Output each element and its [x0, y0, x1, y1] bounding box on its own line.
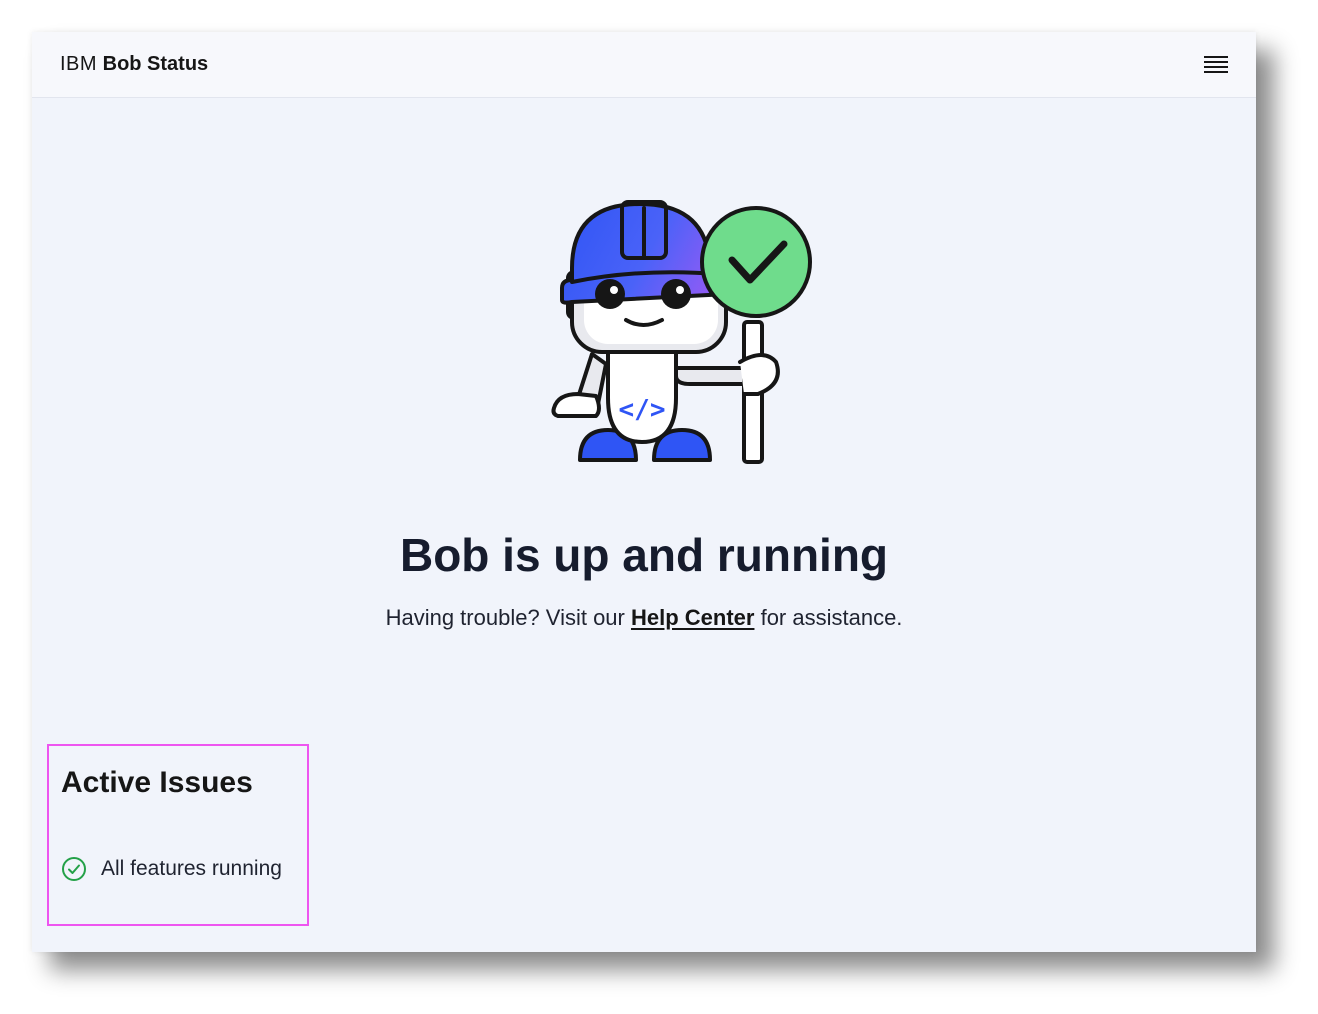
- help-suffix: for assistance.: [754, 605, 903, 630]
- top-header: IBM Bob Status: [32, 32, 1256, 98]
- brand-product: Bob Status: [102, 53, 209, 75]
- help-prefix: Having trouble? Visit our: [385, 605, 631, 630]
- code-glyph: </>: [619, 395, 666, 425]
- brand-logo[interactable]: IBM Bob Status: [60, 52, 208, 76]
- list-item: All features running: [61, 856, 282, 882]
- check-circle-icon: [62, 857, 86, 881]
- active-issues-title: Active Issues: [61, 766, 253, 799]
- status-page-window: IBM Bob Status </> Bob is up and running…: [32, 32, 1256, 952]
- robot-illustration-icon: </>: [548, 172, 818, 472]
- status-headline: Bob is up and running: [399, 529, 889, 581]
- hero-section: </>: [32, 172, 1256, 472]
- issue-label: All features running: [101, 857, 282, 880]
- active-issues-panel: Active Issues All features running: [47, 744, 309, 926]
- brand-company: IBM: [60, 53, 98, 75]
- help-center-link[interactable]: Help Center: [631, 605, 754, 630]
- help-message: Having trouble? Visit our Help Center fo…: [32, 604, 1256, 632]
- hamburger-menu-icon[interactable]: [1198, 50, 1234, 80]
